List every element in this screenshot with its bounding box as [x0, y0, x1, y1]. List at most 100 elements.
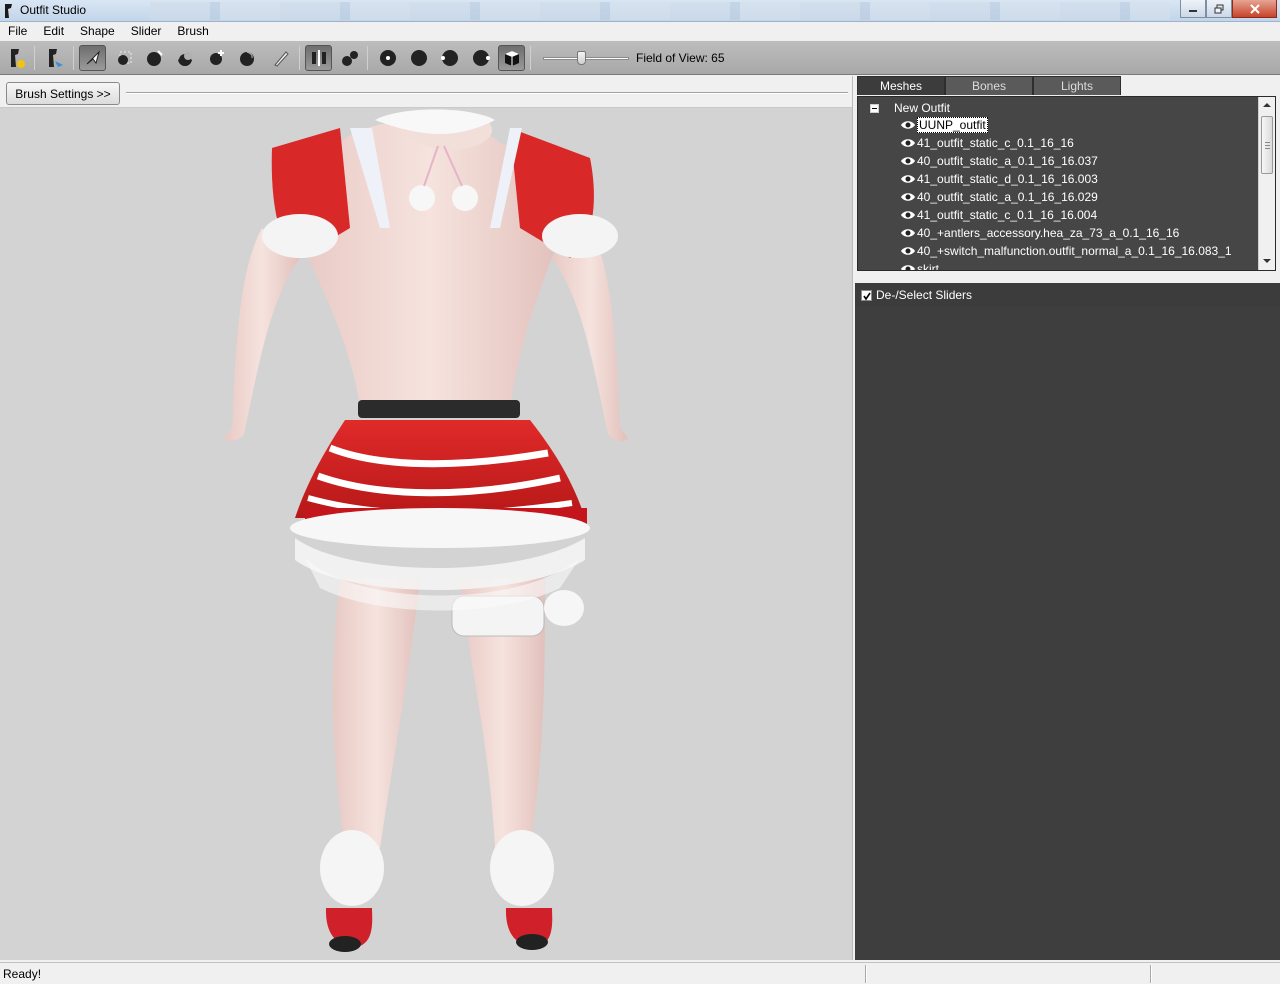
3d-viewport[interactable]	[0, 108, 852, 960]
mesh-import-icon	[10, 49, 25, 68]
deflate-brush-button[interactable]	[171, 45, 198, 71]
front-view-icon	[379, 50, 396, 66]
mesh-item[interactable]: 41_outfit_static_c_0.1_16_16	[900, 134, 1074, 151]
window-controls	[1180, 0, 1277, 20]
mesh-item[interactable]: 40_outfit_static_a_0.1_16_16.029	[900, 188, 1098, 205]
mesh-item-label: 40_+switch_malfunction.outfit_normal_a_0…	[917, 243, 1232, 258]
perspective-view-button[interactable]	[498, 45, 525, 71]
mesh-item[interactable]: 40_outfit_static_a_0.1_16_16.037	[900, 152, 1098, 169]
inflate-brush-button[interactable]	[141, 45, 168, 71]
mesh-item-label: UUNP_outfit	[917, 116, 988, 133]
restore-icon	[1214, 4, 1224, 13]
tree-root-label: New Outfit	[894, 101, 951, 115]
perspective-view-icon	[504, 51, 519, 66]
connected-brush-button[interactable]	[336, 45, 363, 71]
menu-file[interactable]: File	[0, 22, 35, 41]
right-view-button[interactable]	[467, 45, 494, 71]
select-sliders-checkbox[interactable]	[861, 289, 872, 301]
scroll-down-button[interactable]	[1259, 253, 1275, 269]
status-text: Ready!	[3, 967, 42, 981]
left-view-button[interactable]	[436, 45, 463, 71]
mesh-item[interactable]: 41_outfit_static_d_0.1_16_16.003	[900, 170, 1098, 187]
eye-icon[interactable]	[900, 245, 916, 257]
mesh-item-label: skirt	[917, 261, 939, 271]
mesh-item-label: 41_outfit_static_c_0.1_16_16.004	[917, 207, 1098, 222]
title-bar: Outfit Studio	[0, 0, 1280, 22]
toolbar-separator	[299, 46, 300, 70]
menu-shape[interactable]: Shape	[72, 22, 123, 41]
viewport-header: Brush Settings >>	[0, 76, 852, 108]
eye-icon[interactable]	[900, 119, 916, 131]
scroll-up-button[interactable]	[1259, 97, 1275, 113]
mesh-export-button[interactable]	[41, 45, 68, 71]
tab-lights[interactable]: Lights	[1033, 76, 1121, 95]
menu-brush[interactable]: Brush	[169, 22, 216, 41]
eye-icon[interactable]	[900, 263, 916, 272]
eye-icon[interactable]	[900, 209, 916, 221]
mesh-item[interactable]: skirt	[900, 260, 939, 272]
mesh-item[interactable]: 41_outfit_static_c_0.1_16_16.004	[900, 206, 1097, 223]
fov-slider[interactable]	[543, 51, 629, 65]
fov-slider-thumb[interactable]	[577, 51, 586, 65]
app-icon	[5, 4, 12, 18]
smooth-brush-button[interactable]	[233, 45, 260, 71]
select-brush-button[interactable]	[79, 45, 106, 71]
mirror-x-icon	[311, 50, 326, 66]
move-brush-icon	[209, 50, 224, 65]
sliders-label: De-/Select Sliders	[876, 288, 973, 302]
scrollbar-thumb[interactable]	[1261, 116, 1273, 174]
mesh-item-label: 41_outfit_static_d_0.1_16_16.003	[917, 171, 1098, 186]
right-view-icon	[472, 50, 490, 66]
mesh-item-label: 40_outfit_static_a_0.1_16_16.029	[917, 189, 1098, 204]
scrollbar-grip	[1265, 148, 1270, 149]
mask-brush-icon	[117, 51, 131, 65]
eye-icon[interactable]	[900, 173, 916, 185]
deflate-brush-icon	[177, 52, 192, 66]
menu-bar: File Edit Shape Slider Brush	[0, 22, 1280, 41]
mesh-item-label: 41_outfit_static_c_0.1_16_16	[917, 135, 1074, 150]
toolbar-separator	[34, 46, 35, 70]
menu-edit[interactable]: Edit	[35, 22, 72, 41]
restore-button[interactable]	[1206, 0, 1232, 18]
back-view-button[interactable]	[405, 45, 432, 71]
mesh-item[interactable]: 40_+switch_malfunction.outfit_normal_a_0…	[900, 242, 1232, 259]
mesh-export-icon	[48, 49, 63, 67]
front-view-button[interactable]	[374, 45, 401, 71]
left-view-icon	[440, 50, 458, 66]
scrollbar-grip	[1265, 145, 1270, 146]
tab-bones[interactable]: Bones	[945, 76, 1033, 95]
mesh-item[interactable]: 40_+antlers_accessory.hea_za_73_a_0.1_16…	[900, 224, 1179, 241]
mesh-item[interactable]: UUNP_outfit	[900, 116, 988, 133]
tab-meshes[interactable]: Meshes	[857, 76, 945, 95]
connected-brush-icon	[341, 51, 358, 66]
tree-scrollbar[interactable]	[1258, 97, 1275, 270]
eye-icon[interactable]	[900, 137, 916, 149]
collapse-icon[interactable]	[870, 103, 879, 113]
move-brush-button[interactable]	[203, 45, 230, 71]
back-view-icon	[410, 50, 427, 66]
mesh-item-label: 40_outfit_static_a_0.1_16_16.037	[917, 153, 1098, 168]
menu-slider[interactable]: Slider	[123, 22, 170, 41]
mask-brush-button[interactable]	[111, 45, 138, 71]
eye-icon[interactable]	[900, 227, 916, 239]
eye-icon[interactable]	[900, 155, 916, 167]
tree-root[interactable]: New Outfit	[870, 100, 950, 116]
toolbar-separator	[367, 46, 368, 70]
title-bar-background	[150, 2, 1170, 20]
minimize-icon	[1189, 9, 1197, 12]
status-separator	[1150, 965, 1152, 983]
eye-icon[interactable]	[900, 191, 916, 203]
toolbar-separator	[530, 46, 531, 70]
arrow-down-icon	[1263, 259, 1271, 263]
weight-paint-icon	[273, 51, 289, 67]
status-separator	[865, 965, 867, 983]
minimize-button[interactable]	[1180, 0, 1206, 18]
sliders-header: De-/Select Sliders	[855, 283, 1280, 307]
weight-paint-button[interactable]	[267, 45, 294, 71]
close-button[interactable]	[1232, 0, 1277, 18]
mirror-x-button[interactable]	[305, 45, 332, 71]
brush-settings-button[interactable]: Brush Settings >>	[6, 82, 120, 105]
mesh-tree: New Outfit UUNP_outfit 41_outfit_static_…	[857, 96, 1276, 271]
close-icon	[1249, 3, 1260, 14]
mesh-import-button[interactable]	[3, 45, 30, 71]
